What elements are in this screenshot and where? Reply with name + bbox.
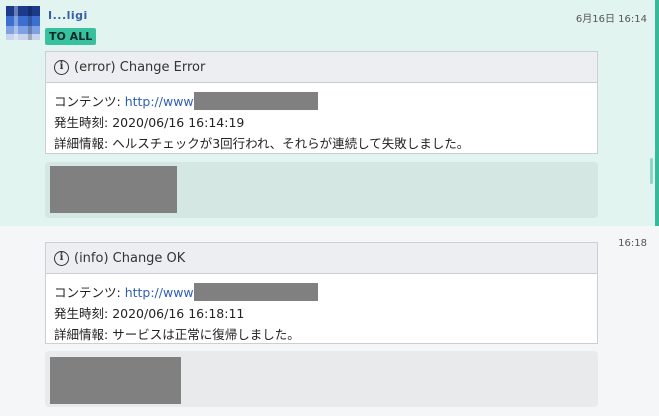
avatar[interactable] <box>6 6 40 40</box>
card-body: コンテンツ: http://www 発生時刻: 2020/06/16 16:14… <box>46 83 597 158</box>
sender-name[interactable]: I...ligi <box>48 9 88 22</box>
message-timestamp: 16:18 <box>618 238 647 249</box>
content-link[interactable]: http://www <box>125 94 194 109</box>
occurred-time-value: 2020/06/16 16:18:11 <box>112 306 245 321</box>
occurred-time-label: 発生時刻: <box>54 115 113 130</box>
message-timestamp: 6月16日 16:14 <box>575 14 647 25</box>
content-link[interactable]: http://www <box>125 285 194 300</box>
message-info: 16:18 i (info) Change OK コンテンツ: http://w… <box>0 226 659 416</box>
card-title: (error) Change Error <box>74 59 206 75</box>
card-header: i (error) Change Error <box>46 52 597 83</box>
info-icon: i <box>54 59 69 75</box>
notification-card-error: i (error) Change Error コンテンツ: http://www… <box>45 51 598 154</box>
detail-value: ヘルスチェックが3回行われ、それらが連続して失敗しました。 <box>112 136 470 151</box>
detail-row: 詳細情報: ヘルスチェックが3回行われ、それらが連続して失敗しました。 <box>54 133 589 154</box>
redacted-image <box>50 357 181 404</box>
card-body: コンテンツ: http://www 発生時刻: 2020/06/16 16:18… <box>46 274 597 349</box>
occurred-time-label: 発生時刻: <box>54 306 113 321</box>
message-error: I...ligi 6月16日 16:14 TO ALL i (error) Ch… <box>0 0 659 226</box>
detail-row: 詳細情報: サービスは正常に復帰しました。 <box>54 324 589 345</box>
content-row: コンテンツ: http://www <box>54 91 589 112</box>
info-icon: i <box>54 250 69 266</box>
occurred-time-row: 発生時刻: 2020/06/16 16:14:19 <box>54 112 589 133</box>
card-title: (info) Change OK <box>74 250 186 266</box>
content-label: コンテンツ: <box>54 285 125 300</box>
scrollbar-thumb[interactable] <box>650 158 653 184</box>
detail-value: サービスは正常に復帰しました。 <box>112 327 300 342</box>
selected-message-indicator <box>655 0 659 226</box>
detail-label: 詳細情報: <box>54 136 113 151</box>
attachment-preview[interactable] <box>45 162 598 218</box>
content-row: コンテンツ: http://www <box>54 282 589 303</box>
chat-timeline: I...ligi 6月16日 16:14 TO ALL i (error) Ch… <box>0 0 659 416</box>
notification-card-info: i (info) Change OK コンテンツ: http://www 発生時… <box>45 242 598 344</box>
attachment-preview[interactable] <box>45 351 598 407</box>
redacted-url <box>193 92 318 110</box>
detail-label: 詳細情報: <box>54 327 113 342</box>
occurred-time-value: 2020/06/16 16:14:19 <box>112 115 245 130</box>
content-label: コンテンツ: <box>54 94 125 109</box>
to-all-badge: TO ALL <box>45 28 97 45</box>
redacted-image <box>50 166 177 213</box>
card-header: i (info) Change OK <box>46 243 597 274</box>
redacted-url <box>193 283 318 301</box>
occurred-time-row: 発生時刻: 2020/06/16 16:18:11 <box>54 303 589 324</box>
